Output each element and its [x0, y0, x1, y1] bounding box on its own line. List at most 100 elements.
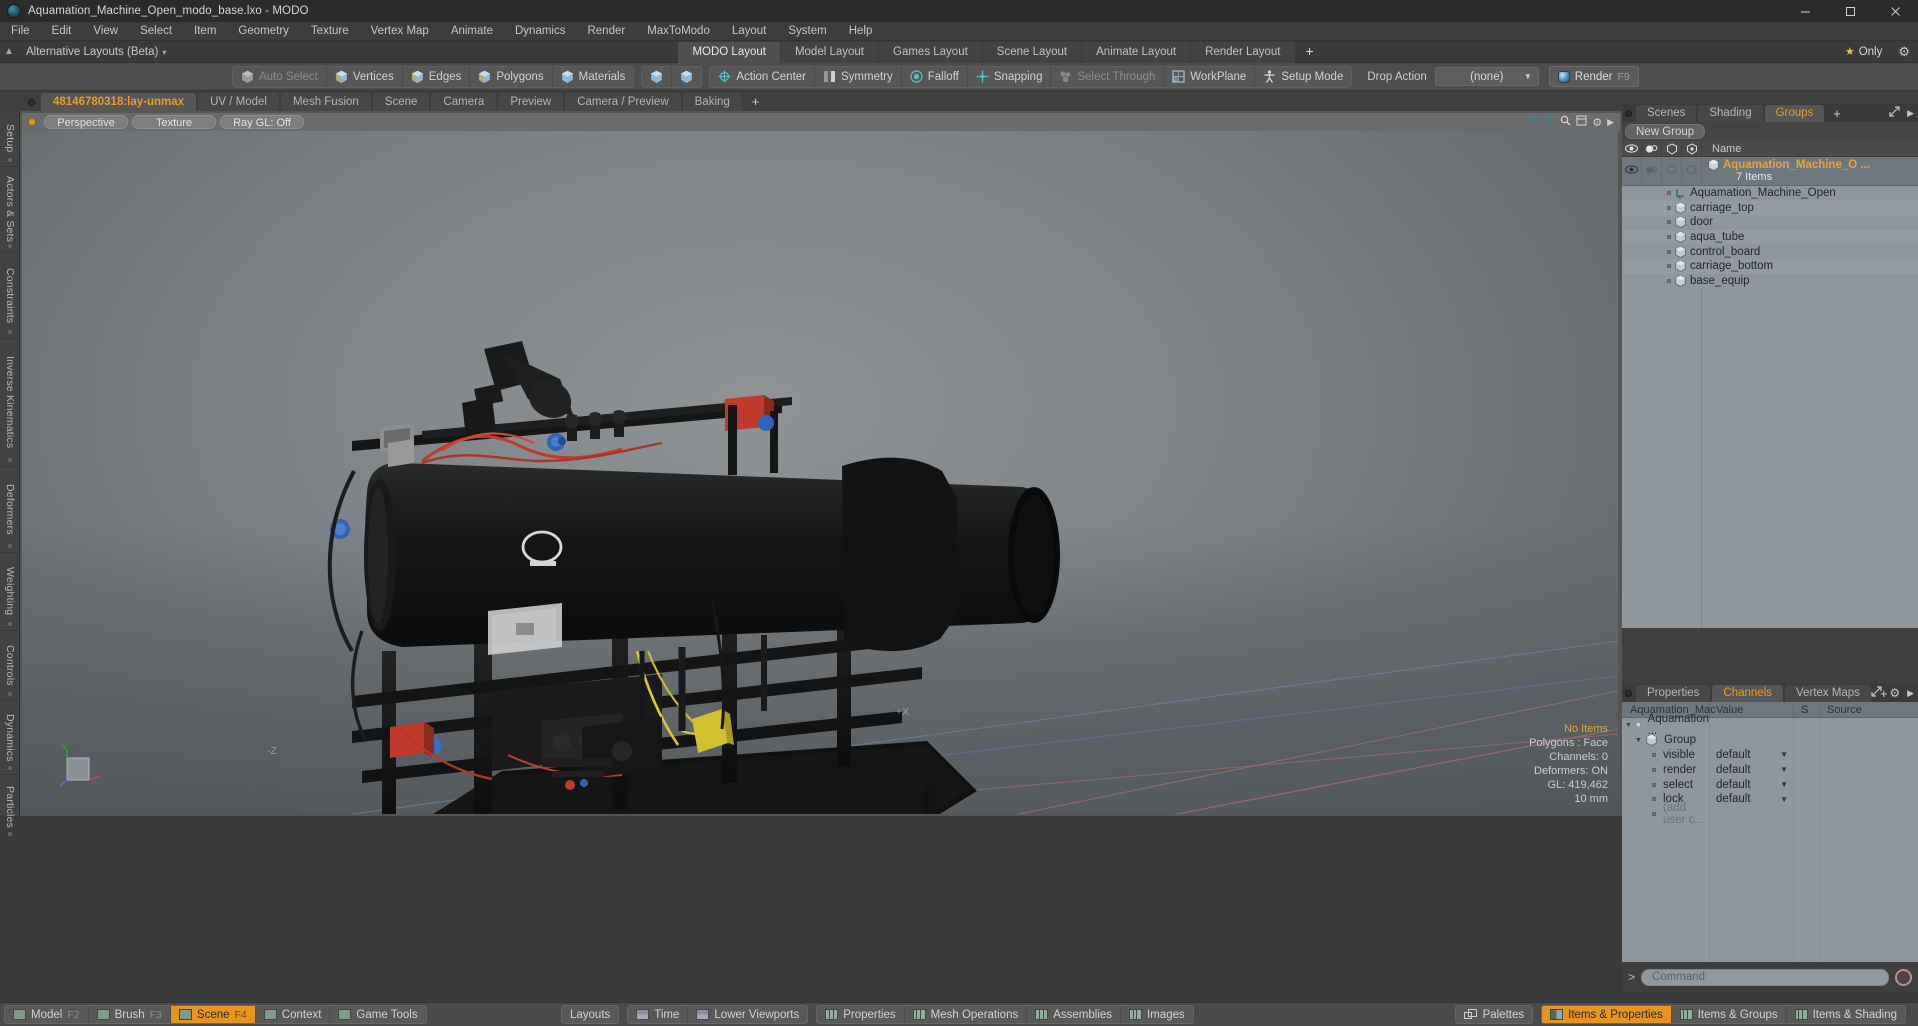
- record-icon[interactable]: [1895, 968, 1912, 986]
- toolbar-polygons-button[interactable]: Polygons: [470, 66, 553, 87]
- group-row[interactable]: Aquamation_Machine_O ... 7 Items: [1622, 157, 1918, 186]
- list-item[interactable]: control_board: [1622, 244, 1918, 259]
- left-tab-constraints[interactable]: Constraints: [0, 253, 20, 339]
- chevron-right-icon[interactable]: ▶: [1907, 108, 1914, 119]
- chevron-down-icon[interactable]: ▼: [1780, 765, 1788, 774]
- status-images-button[interactable]: Images: [1121, 1006, 1193, 1023]
- status-palettes-button[interactable]: Palettes: [1456, 1006, 1533, 1023]
- lock-icon[interactable]: [1682, 140, 1702, 157]
- chevron-down-icon[interactable]: ▼: [1780, 795, 1788, 804]
- channel-row[interactable]: ▼ Aquamation ...: [1622, 713, 1918, 737]
- panel-dot-icon[interactable]: [1625, 690, 1632, 697]
- chevron-right-icon[interactable]: ▶: [1607, 117, 1614, 128]
- viewport-tab-camera[interactable]: Camera: [431, 93, 497, 111]
- menu-animate[interactable]: Animate: [440, 22, 504, 41]
- menu-geometry[interactable]: Geometry: [227, 22, 300, 41]
- channel-value-cell[interactable]: default ▼: [1710, 762, 1794, 778]
- search-icon[interactable]: [1560, 115, 1571, 129]
- status-items-groups-button[interactable]: Items & Groups: [1672, 1006, 1787, 1023]
- groups-list-empty-area[interactable]: [1622, 288, 1918, 629]
- tab-vertex-maps[interactable]: Vertex Maps: [1785, 685, 1871, 702]
- status-assemblies-button[interactable]: Assemblies: [1027, 1006, 1122, 1023]
- status-items-properties-button[interactable]: Items & Properties: [1542, 1006, 1672, 1023]
- twisty-expanded-icon[interactable]: ▼: [1634, 737, 1643, 744]
- view-mode-button[interactable]: Perspective: [44, 115, 128, 129]
- add-viewport-tab-button[interactable]: +: [744, 93, 768, 111]
- menu-system[interactable]: System: [777, 22, 837, 41]
- status-mesh-operations-button[interactable]: Mesh Operations: [905, 1006, 1028, 1023]
- channel-value-cell[interactable]: default ▼: [1710, 747, 1794, 763]
- list-item[interactable]: Aquamation_Machine_Open: [1622, 186, 1918, 201]
- menu-dynamics[interactable]: Dynamics: [504, 22, 576, 41]
- tab-shading[interactable]: Shading: [1698, 105, 1763, 122]
- left-tab-deformers[interactable]: Deformers: [0, 467, 20, 553]
- list-item[interactable]: aqua_tube: [1622, 229, 1918, 245]
- tab-scenes[interactable]: Scenes: [1636, 105, 1697, 122]
- channels-list-body[interactable]: ▼ Aquamation ... ▼ Group visible default ▼ rend…: [1622, 713, 1918, 826]
- tab-properties[interactable]: Properties: [1636, 685, 1711, 702]
- group-lock-toggle[interactable]: [1682, 157, 1702, 182]
- list-item[interactable]: base_equip: [1622, 273, 1918, 289]
- close-icon[interactable]: [1873, 0, 1918, 22]
- viewport-tab-48146780318-lay-unmax[interactable]: 48146780318:lay-unmax: [41, 93, 197, 111]
- viewport-indicator-icon[interactable]: [28, 118, 36, 126]
- expand-icon[interactable]: [1871, 686, 1882, 700]
- channel-row[interactable]: select default ▼: [1622, 777, 1918, 792]
- twisty-expanded-icon[interactable]: ▼: [1624, 722, 1633, 729]
- menu-item[interactable]: Item: [183, 22, 227, 41]
- menu-texture[interactable]: Texture: [300, 22, 360, 41]
- toolbar-edges-button[interactable]: Edges: [403, 66, 471, 87]
- toolbar-cube-items-button[interactable]: [642, 66, 673, 87]
- channels-empty-area[interactable]: [1622, 821, 1918, 962]
- status-layouts-button[interactable]: Layouts: [562, 1006, 618, 1023]
- add-tab-button[interactable]: +: [1826, 105, 1848, 122]
- viewport-canvas[interactable]: +X -Z No Items Polygons : Face Channels:…: [22, 131, 1618, 814]
- status-time-button[interactable]: Time: [628, 1006, 689, 1023]
- move-icon[interactable]: [1528, 115, 1539, 129]
- group-selectable-toggle[interactable]: [1662, 157, 1682, 182]
- layout-tab-modo-layout[interactable]: MODO Layout: [678, 41, 780, 63]
- visibility-icon[interactable]: [1622, 140, 1642, 157]
- group-render-toggle[interactable]: [1642, 157, 1662, 182]
- viewport-tab-scene[interactable]: Scene: [372, 93, 430, 111]
- toolbar-workplane-button[interactable]: WorkPlane: [1164, 66, 1256, 87]
- viewport-tab-camera-preview[interactable]: Camera / Preview: [565, 93, 681, 111]
- toolbar-falloff-button[interactable]: Falloff: [902, 66, 968, 87]
- left-tab-particles[interactable]: Particles: [0, 775, 20, 841]
- layout-tab-model-layout[interactable]: Model Layout: [780, 41, 878, 63]
- status-context-button[interactable]: Context: [256, 1006, 331, 1023]
- channel-value-cell[interactable]: default ▼: [1710, 777, 1794, 792]
- menu-vertex-map[interactable]: Vertex Map: [360, 22, 440, 41]
- add-layout-tab-button[interactable]: +: [1296, 42, 1324, 63]
- left-tab-weighting[interactable]: Weighting: [0, 553, 20, 631]
- menu-help[interactable]: Help: [838, 22, 884, 41]
- menu-file[interactable]: File: [0, 22, 41, 41]
- tab-groups[interactable]: Groups: [1764, 105, 1825, 122]
- toolbar-auto-select-button[interactable]: Auto Select: [233, 66, 327, 87]
- new-group-button[interactable]: New Group: [1625, 124, 1706, 139]
- options-icon[interactable]: [1576, 115, 1587, 129]
- render-icon[interactable]: [1642, 140, 1662, 157]
- menu-edit[interactable]: Edit: [41, 22, 83, 41]
- channel-row[interactable]: render default ▼: [1622, 762, 1918, 778]
- chevron-down-icon[interactable]: ▼: [1780, 780, 1788, 789]
- status-items-shading-button[interactable]: Items & Shading: [1787, 1006, 1905, 1023]
- status-properties-button[interactable]: Properties: [817, 1006, 905, 1023]
- layout-tab-games-layout[interactable]: Games Layout: [879, 41, 982, 63]
- layout-tab-render-layout[interactable]: Render Layout: [1191, 41, 1295, 63]
- menu-layout[interactable]: Layout: [721, 22, 778, 41]
- status-brush-button[interactable]: Brush F3: [89, 1006, 171, 1023]
- orientation-gizmo[interactable]: Y: [56, 742, 102, 788]
- toolbar-vertices-button[interactable]: Vertices: [327, 66, 403, 87]
- command-input[interactable]: Command: [1641, 968, 1889, 986]
- list-item[interactable]: carriage_bottom: [1622, 258, 1918, 274]
- gear-icon[interactable]: ⚙: [1592, 116, 1602, 129]
- expand-icon[interactable]: [1889, 106, 1900, 120]
- viewport-tab-baking[interactable]: Baking: [682, 93, 742, 111]
- toolbar-snapping-button[interactable]: Snapping: [968, 66, 1052, 87]
- status-game-tools-button[interactable]: Game Tools: [330, 1006, 425, 1023]
- toolbar-cube-pivot-button[interactable]: [672, 67, 701, 87]
- chevron-down-icon[interactable]: ▼: [1780, 750, 1788, 759]
- drop-action-select[interactable]: (none) ▼: [1434, 67, 1539, 86]
- viewport-tab-dot-icon[interactable]: [28, 99, 35, 106]
